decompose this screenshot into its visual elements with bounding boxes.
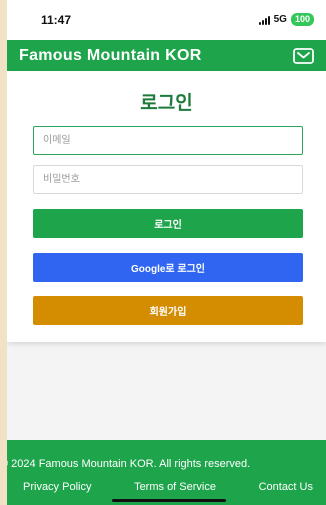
contact-us-link[interactable]: Contact Us (259, 481, 313, 493)
home-indicator (112, 499, 226, 502)
status-time: 11:47 (41, 13, 72, 27)
login-title: 로그인 (140, 93, 193, 114)
status-bar: 11:47 5G 100 (7, 0, 326, 40)
terms-of-service-link[interactable]: Terms of Service (134, 481, 216, 493)
google-login-button[interactable]: Google로 로그인 (33, 253, 303, 282)
battery-icon: 100 (290, 13, 314, 26)
login-card: 로그인 로그인 Google로 로그인 회원가입 (7, 71, 326, 342)
signup-button[interactable]: 회원가입 (33, 296, 303, 325)
app-title: Famous Mountain KOR (19, 46, 202, 64)
privacy-policy-link[interactable]: Privacy Policy (23, 481, 91, 493)
mail-button[interactable] (292, 47, 314, 65)
status-indicators: 5G 100 (258, 13, 314, 26)
login-button[interactable]: 로그인 (33, 209, 303, 238)
password-input[interactable] (33, 165, 303, 194)
network-label: 5G (273, 14, 287, 25)
mail-icon (292, 47, 314, 64)
app-header: Famous Mountain KOR (7, 40, 326, 71)
email-input[interactable] (33, 126, 303, 155)
app-footer: © 2024 Famous Mountain KOR. All rights r… (7, 440, 326, 505)
footer-links: Privacy Policy Terms of Service Contact … (7, 481, 326, 493)
phone-screen: 11:47 5G 100 Famous Mountain KOR 로그인 로그인… (7, 0, 326, 505)
footer-copyright: © 2024 Famous Mountain KOR. All rights r… (7, 458, 251, 470)
signal-icon (258, 15, 270, 25)
